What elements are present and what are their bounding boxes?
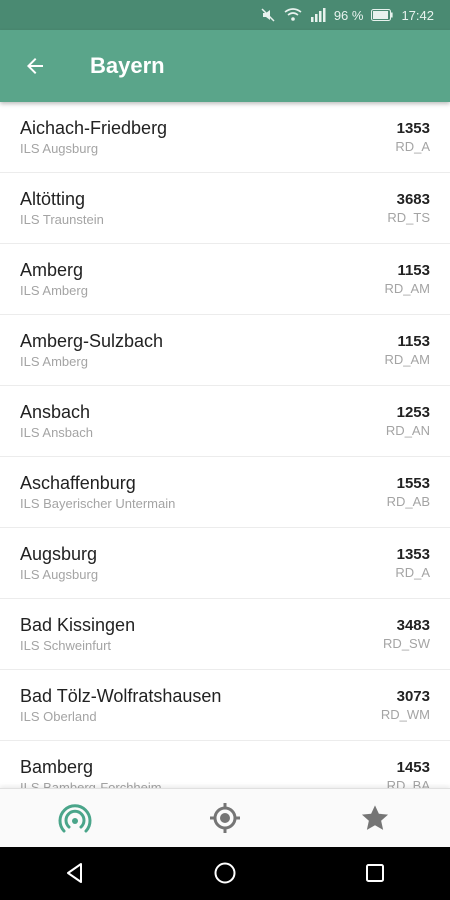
page-title: Bayern <box>90 53 165 78</box>
item-name: Altötting <box>20 189 86 209</box>
signal-icon <box>310 8 326 22</box>
list-item[interactable]: Bad Kissingen ILS Schweinfurt 3483 RD_SW <box>0 599 450 670</box>
list-item[interactable]: Aschaffenburg ILS Bayerischer Untermain 1… <box>0 457 450 528</box>
battery-text: 96 % <box>333 7 364 23</box>
item-name: Bad Tölz-Wolfratshausen <box>20 686 222 706</box>
wifi-icon <box>284 7 302 23</box>
item-dispatch-center: ILS Traunstein <box>20 212 104 227</box>
system-home-button[interactable] <box>175 846 275 900</box>
item-code: 1153 <box>397 333 430 350</box>
item-dispatch-center: ILS Augsburg <box>20 141 99 156</box>
clock: 17:42 <box>401 7 434 23</box>
list-item[interactable]: Bamberg ILS Bamberg-Forchheim 1453 RD_BA <box>0 741 450 788</box>
item-code: 1353 <box>396 120 430 137</box>
item-name: Bamberg <box>20 757 94 777</box>
item-dispatch-center: ILS Ansbach <box>20 425 93 440</box>
system-back-button[interactable] <box>25 846 125 900</box>
item-code: 1153 <box>397 262 430 279</box>
item-code: 1253 <box>396 404 430 421</box>
list-item[interactable]: Aichach-Friedberg ILS Augsburg 1353 RD_A <box>0 102 450 173</box>
item-code-label: RD_AM <box>384 352 430 367</box>
item-name: Amberg-Sulzbach <box>20 331 164 351</box>
status-bar: 96 % 17:42 <box>0 0 450 30</box>
item-code-label: RD_A <box>395 565 430 580</box>
item-dispatch-center: ILS Amberg <box>20 354 88 369</box>
item-code: 1553 <box>396 475 430 492</box>
app-bar: Bayern <box>0 30 450 102</box>
star-icon <box>361 805 389 830</box>
item-code: 1353 <box>396 546 430 563</box>
arrow-left-icon <box>27 58 43 74</box>
item-dispatch-center: ILS Amberg <box>20 283 88 298</box>
item-code-label: RD_AM <box>384 281 430 296</box>
item-name: Bad Kissingen <box>20 615 136 635</box>
system-recents-button[interactable] <box>325 846 425 900</box>
item-code-label: RD_TS <box>387 210 430 225</box>
list-item[interactable]: Ansbach ILS Ansbach 1253 RD_AN <box>0 386 450 457</box>
bottom-navigation <box>0 788 450 847</box>
nav-favorites-tab[interactable] <box>325 789 425 847</box>
recents-square-icon <box>366 864 384 882</box>
nav-location-tab[interactable] <box>175 789 275 847</box>
item-code: 3483 <box>396 617 430 634</box>
list-item[interactable]: Altötting ILS Traunstein 3683 RD_TS <box>0 173 450 244</box>
battery-icon <box>371 9 394 21</box>
item-code: 1453 <box>396 759 430 776</box>
item-name: Aschaffenburg <box>20 473 136 493</box>
list-item[interactable]: Amberg ILS Amberg 1153 RD_AM <box>0 244 450 315</box>
item-name: Augsburg <box>20 544 98 564</box>
mute-icon <box>260 7 276 23</box>
list-item[interactable]: Amberg-Sulzbach ILS Amberg 1153 RD_AM <box>0 315 450 386</box>
system-navigation-bar <box>0 846 450 900</box>
item-code: 3073 <box>396 688 430 705</box>
item-code-label: RD_BA <box>386 778 430 788</box>
item-code-label: RD_WM <box>380 707 430 722</box>
home-circle-icon <box>214 862 236 884</box>
item-name: Aichach-Friedberg <box>20 118 168 138</box>
item-dispatch-center: ILS Bamberg-Forchheim <box>20 780 162 788</box>
item-dispatch-center: ILS Augsburg <box>20 567 99 582</box>
location-target-icon <box>210 803 240 833</box>
item-dispatch-center: ILS Bayerischer Untermain <box>20 496 176 511</box>
item-dispatch-center: ILS Schweinfurt <box>20 638 112 653</box>
item-code-label: RD_SW <box>383 636 430 651</box>
item-code: 3683 <box>396 191 430 208</box>
item-name: Ansbach <box>20 402 91 422</box>
list-item[interactable]: Bad Tölz-Wolfratshausen ILS Oberland 3073… <box>0 670 450 741</box>
list-item[interactable]: Augsburg ILS Augsburg 1353 RD_A <box>0 528 450 599</box>
back-triangle-icon <box>67 863 82 883</box>
back-button[interactable] <box>0 30 70 102</box>
item-dispatch-center: ILS Oberland <box>20 709 97 724</box>
item-code-label: RD_AN <box>385 423 430 438</box>
district-list[interactable]: Aichach-Friedberg ILS Augsburg 1353 RD_A A… <box>0 102 450 788</box>
item-code-label: RD_A <box>395 139 430 154</box>
item-name: Amberg <box>20 260 84 280</box>
item-code-label: RD_AB <box>386 494 430 509</box>
radio-signal-icon <box>58 804 92 833</box>
nav-radio-tab[interactable] <box>25 789 125 847</box>
